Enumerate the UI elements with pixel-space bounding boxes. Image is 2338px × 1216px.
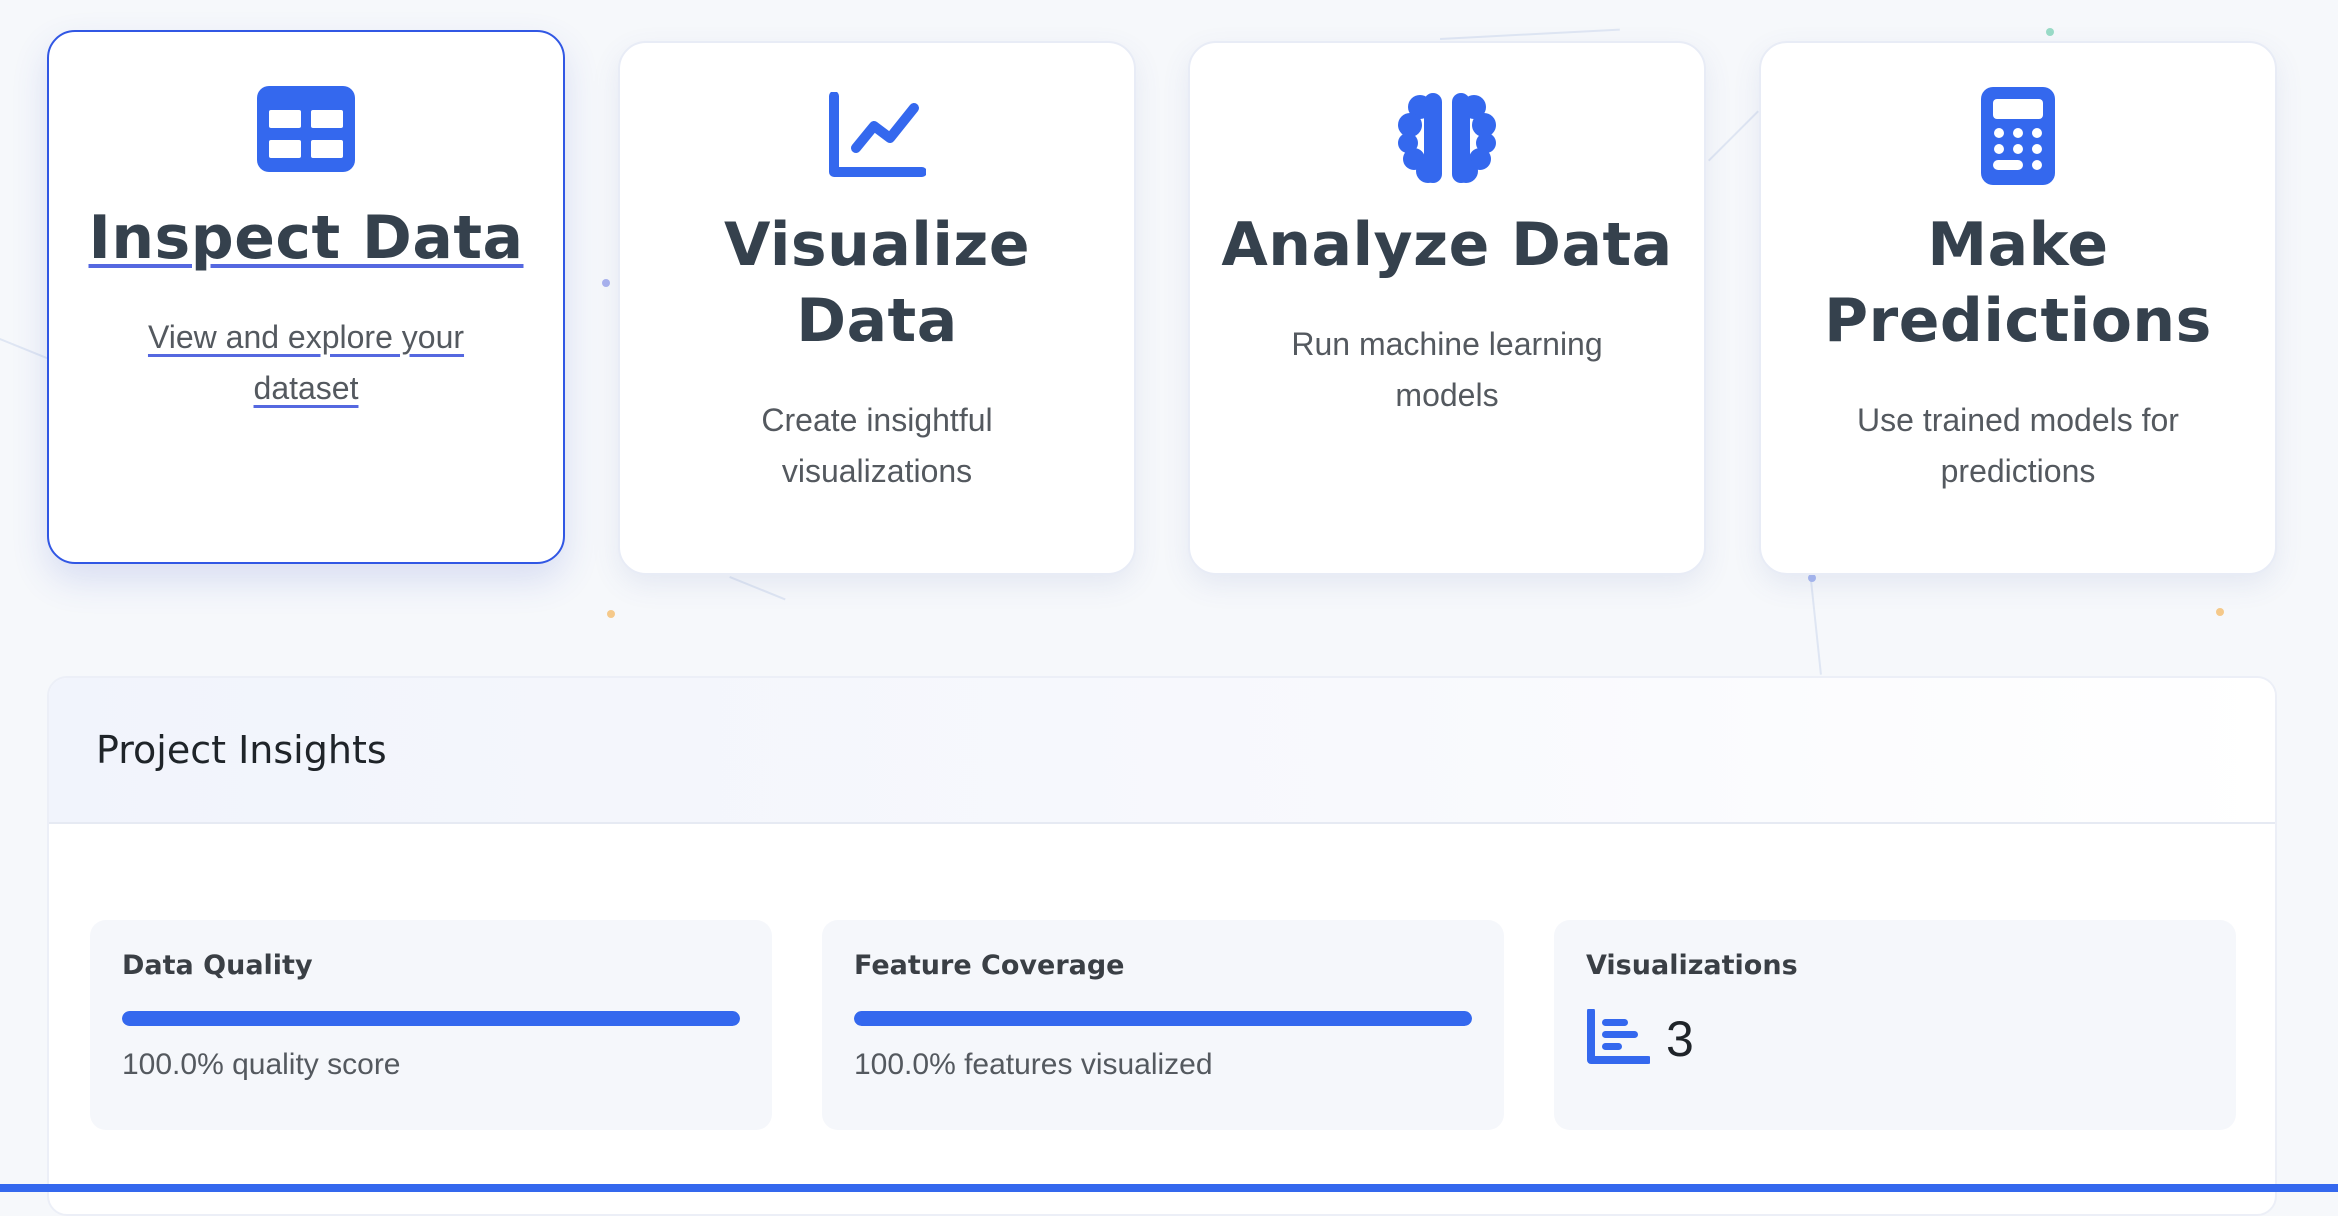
background-dot — [607, 610, 615, 618]
insights-header: Project Insights — [49, 678, 2275, 824]
visualizations-count-row: 3 — [1586, 1007, 2204, 1069]
background-line — [729, 576, 786, 601]
card-description: Use trained models for predictions — [1857, 402, 2179, 489]
quality-progress-bar — [122, 1011, 740, 1026]
table-icon — [49, 84, 563, 174]
card-make-predictions[interactable]: Make Predictions Use trained models for … — [1759, 41, 2277, 575]
card-title: Inspect Data — [88, 203, 524, 273]
card-description: Run machine learning models — [1291, 326, 1603, 413]
metric-text: 100.0% quality score — [122, 1048, 401, 1081]
background-line — [1810, 580, 1822, 675]
bottom-accent-bar — [0, 1184, 2338, 1192]
metric-visualizations: Visualizations 3 — [1554, 920, 2236, 1130]
metric-label: Data Quality — [122, 950, 313, 981]
card-visualize-data[interactable]: Visualize Data Create insightful visuali… — [618, 41, 1136, 575]
visualizations-count: 3 — [1666, 1011, 1694, 1067]
line-chart-icon — [620, 91, 1134, 181]
card-title: Make Predictions — [1824, 210, 2212, 356]
card-inspect-data[interactable]: Inspect Data View and explore your datas… — [47, 30, 565, 564]
coverage-progress-bar — [854, 1011, 1472, 1026]
bar-chart-icon — [1586, 1007, 1652, 1069]
metric-label: Feature Coverage — [854, 950, 1125, 981]
card-title: Visualize Data — [723, 210, 1031, 356]
calculator-icon — [1761, 87, 2275, 185]
progress-fill — [122, 1011, 740, 1026]
action-cards: Inspect Data View and explore your datas… — [47, 28, 2291, 578]
brain-icon — [1190, 91, 1704, 183]
metric-feature-coverage: Feature Coverage 100.0% features visuali… — [822, 920, 1504, 1130]
metric-data-quality: Data Quality 100.0% quality score — [90, 920, 772, 1130]
metric-label: Visualizations — [1586, 950, 1798, 981]
card-description: View and explore your dataset — [147, 319, 465, 406]
background-dot — [2216, 608, 2224, 616]
card-description: Create insightful visualizations — [761, 402, 993, 489]
metric-text: 100.0% features visualized — [854, 1048, 1213, 1081]
insights-title: Project Insights — [96, 728, 387, 772]
project-insights-panel: Project Insights Data Quality 100.0% qua… — [47, 676, 2277, 1216]
card-analyze-data[interactable]: Analyze Data Run machine learning models — [1188, 41, 1706, 575]
progress-fill — [854, 1011, 1472, 1026]
card-title: Analyze Data — [1221, 210, 1673, 280]
